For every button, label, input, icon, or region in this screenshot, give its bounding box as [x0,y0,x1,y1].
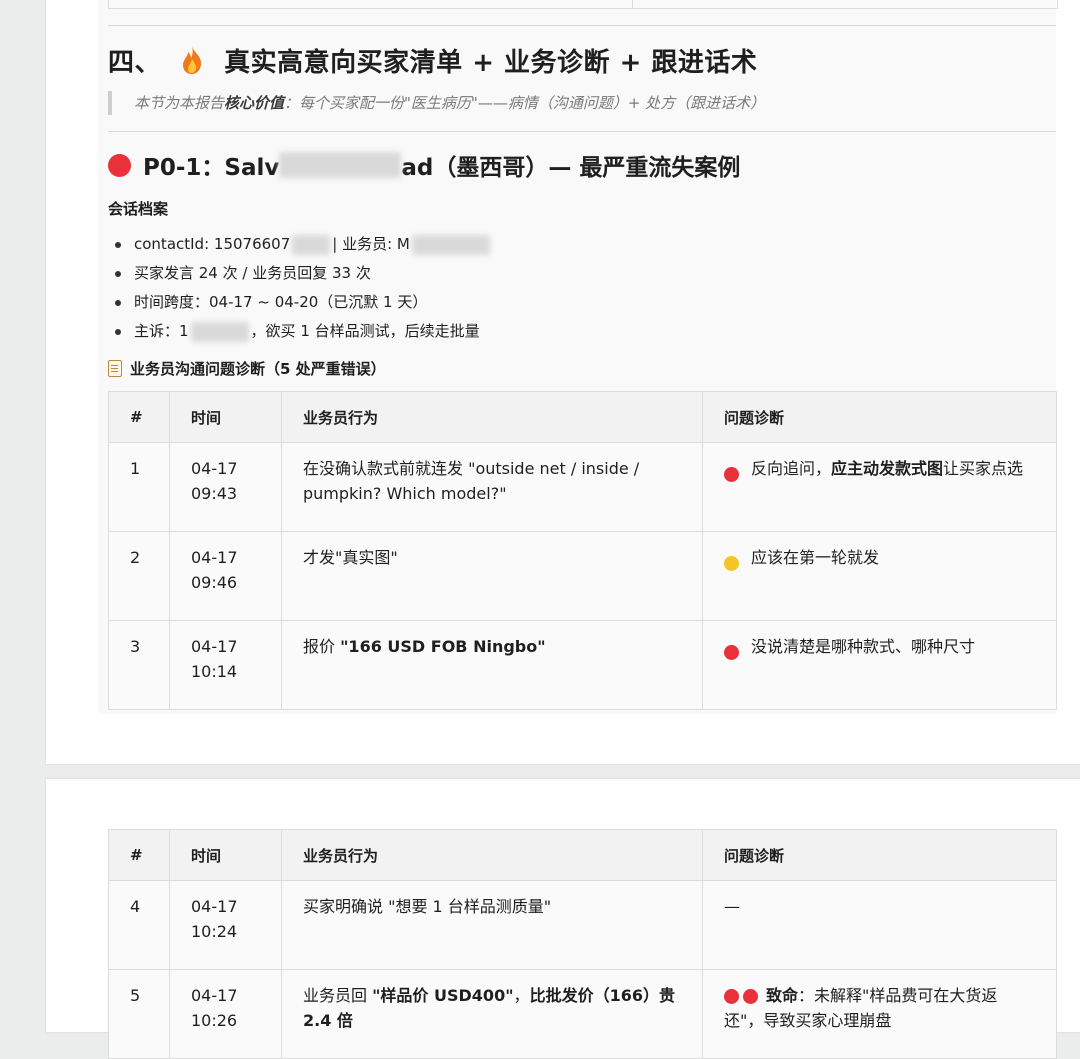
diagnosis-table: # 时间 业务员行为 问题诊断 1 04-17 09:43 在没确认款式前就连发 … [108,391,1057,710]
col-header: 业务员行为 [281,829,703,881]
col-header: 时间 [169,391,282,443]
col-header: 时间 [169,829,282,881]
list-item: contactId: 15076607 | 业务员: M [108,230,490,259]
document-page-1: 四、 真实高意向买家清单 + 业务诊断 + 跟进话术 本节为本报告核心价值：每个… [46,0,1080,764]
col-header: 问题诊断 [702,829,1057,881]
list-item: 买家发言 24 次 / 业务员回复 33 次 [108,259,490,288]
previous-table-end [108,0,1058,9]
table-header-row: # 时间 业务员行为 问题诊断 [108,391,1057,443]
table-row: 2 04-17 09:46 才发"真实图" 应该在第一轮就发 [108,531,1057,621]
divider [108,131,1056,132]
section-number: 四、 [108,48,162,78]
col-header: 问题诊断 [702,391,1057,443]
table-row: 1 04-17 09:43 在没确认款式前就连发 "outside net / i… [108,442,1057,532]
redacted-name [279,152,402,178]
case-heading: P0-1：Salv ad（墨西哥）— 最严重流失案例 [108,148,740,182]
red-circle-icon [724,645,739,660]
yellow-circle-icon [724,556,739,571]
fire-icon [182,46,201,74]
list-item: 主诉：1 ，欲买 1 台样品测试，后续走批量 [108,317,490,346]
red-circle-icon [724,467,739,482]
divider [108,25,1056,26]
section-title: 真实高意向买家清单 + 业务诊断 + 跟进话术 [224,48,758,78]
table-row: 3 04-17 10:14 报价 "166 USD FOB Ningbo" 没说清… [108,620,1057,710]
page-content: # 时间 业务员行为 问题诊断 4 04-17 10:24 买家明确说 "想要 1… [98,779,1057,1059]
document-page-2: # 时间 业务员行为 问题诊断 4 04-17 10:24 买家明确说 "想要 1… [46,779,1080,1059]
session-meta-list: contactId: 15076607 | 业务员: M 买家发言 24 次 / … [108,230,490,346]
table-row: 4 04-17 10:24 买家明确说 "想要 1 台样品测质量" — [108,880,1057,970]
col-header: # [108,829,170,881]
diagnosis-table-continued: # 时间 业务员行为 问题诊断 4 04-17 10:24 买家明确说 "想要 1… [108,829,1057,1059]
table-row: 5 04-17 10:26 业务员回 "样品价 USD400"，比批发价（166）… [108,969,1057,1059]
clipboard-icon [108,360,122,377]
red-circle-icon [743,989,758,1004]
core-value-note: 本节为本报告核心价值：每个买家配一份"医生病历"——病情（沟通问题）+ 处方（跟… [108,91,765,115]
session-archive-label: 会话档案 [108,200,169,218]
col-header: # [108,391,170,443]
red-circle-icon [108,153,131,177]
list-item: 时间跨度：04-17 ~ 04-20（已沉默 1 天） [108,288,490,317]
section-heading: 四、 真实高意向买家清单 + 业务诊断 + 跟进话术 [108,42,757,79]
red-circle-icon [724,989,739,1004]
diagnosis-title: 业务员沟通问题诊断（5 处严重错误） [108,358,386,379]
page-content: 四、 真实高意向买家清单 + 业务诊断 + 跟进话术 本节为本报告核心价值：每个… [98,0,1058,714]
col-header: 业务员行为 [281,391,703,443]
table-header-row: # 时间 业务员行为 问题诊断 [108,829,1057,881]
